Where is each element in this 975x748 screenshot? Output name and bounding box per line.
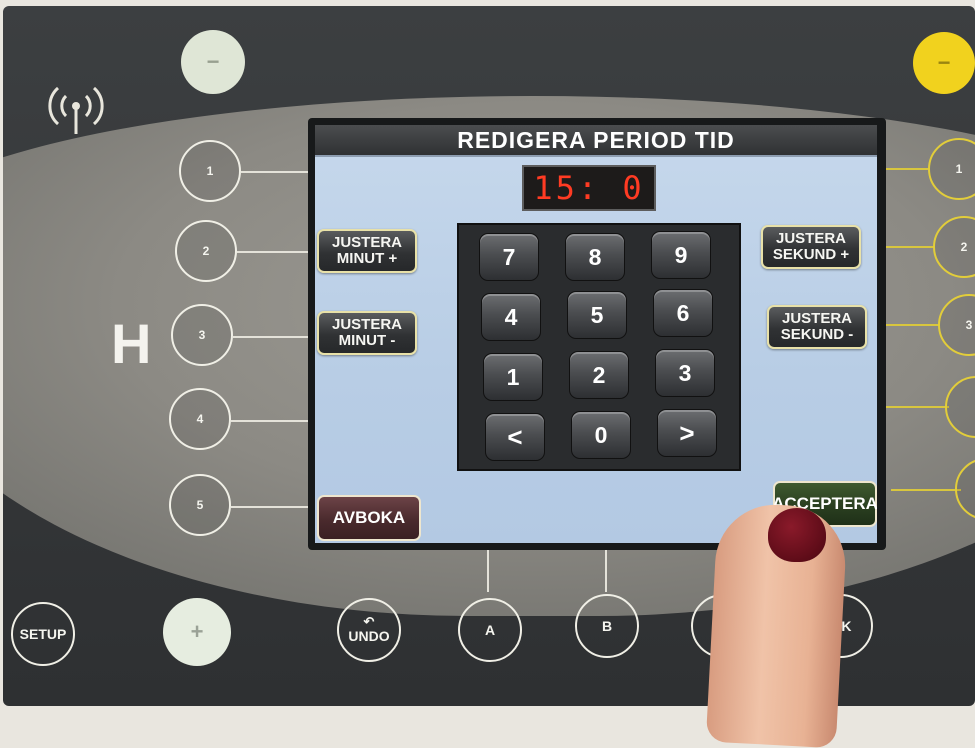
key-label: 5 <box>590 301 604 328</box>
setup-button[interactable]: SETUP <box>11 602 75 666</box>
chevron-right-icon: > <box>679 417 695 448</box>
adjust-second-minus-button[interactable]: JUSTERA SEKUND - <box>767 305 867 349</box>
button-label: SEKUND + <box>772 246 850 263</box>
key-4[interactable]: 4 <box>481 293 541 341</box>
key-5[interactable]: 5 <box>567 291 627 339</box>
side-button-label: 4 <box>196 412 204 426</box>
key-label: 3 <box>678 359 692 386</box>
setup-label: SETUP <box>19 626 67 642</box>
cursor-left-key[interactable]: < <box>485 413 545 461</box>
adjust-minute-minus-button[interactable]: JUSTERA MINUT - <box>317 311 417 355</box>
key-6[interactable]: 6 <box>653 289 713 337</box>
numeric-keypad: 7 8 9 4 5 6 1 2 3 < 0 > <box>457 223 741 471</box>
button-label: MINUT + <box>336 250 398 267</box>
fingernail <box>768 508 826 562</box>
leader-line <box>891 489 961 491</box>
side-button-label: 3 <box>965 318 973 332</box>
leader-line <box>879 168 929 170</box>
chevron-left-icon: < <box>507 421 523 452</box>
key-2[interactable]: 2 <box>569 351 629 399</box>
side-button-5[interactable]: 5 <box>169 474 231 536</box>
leader-line <box>231 506 316 508</box>
minus-right-button[interactable]: − <box>913 32 975 94</box>
button-label: JUSTERA <box>331 234 402 251</box>
key-7[interactable]: 7 <box>479 233 539 281</box>
leader-line <box>605 550 607 592</box>
side-button-4[interactable]: 4 <box>169 388 231 450</box>
adjust-minute-plus-button[interactable]: JUSTERA MINUT + <box>317 229 417 273</box>
leader-line <box>879 324 939 326</box>
button-label: MINUT - <box>338 332 396 349</box>
leader-line <box>879 246 935 248</box>
plus-icon: + <box>190 619 204 644</box>
key-label: 1 <box>506 363 520 390</box>
plus-button[interactable]: + <box>163 598 231 666</box>
key-0[interactable]: 0 <box>571 411 631 459</box>
cancel-button[interactable]: AVBOKA <box>317 495 421 541</box>
side-button-label: 2 <box>960 240 968 254</box>
a-label: A <box>484 622 496 638</box>
adjust-second-plus-button[interactable]: JUSTERA SEKUND + <box>761 225 861 269</box>
leader-line <box>233 336 316 338</box>
b-button[interactable]: B <box>575 594 639 658</box>
button-label: JUSTERA <box>781 310 852 327</box>
side-button-label: 2 <box>202 244 210 258</box>
leader-line <box>237 251 316 253</box>
side-button-2[interactable]: 2 <box>175 220 237 282</box>
leader-line <box>879 406 949 408</box>
side-button-label: 5 <box>196 498 204 512</box>
key-8[interactable]: 8 <box>565 233 625 281</box>
leader-line <box>241 171 316 173</box>
logo-letter: H <box>111 312 152 375</box>
undo-label: UNDO <box>348 628 390 644</box>
key-label: 2 <box>592 361 606 388</box>
side-button-label: 1 <box>206 164 214 178</box>
key-1[interactable]: 1 <box>483 353 543 401</box>
button-label: JUSTERA <box>775 230 846 247</box>
touch-screen: REDIGERA PERIOD TID 15: 0 JUSTERA MINUT … <box>315 125 877 543</box>
key-label: 8 <box>588 243 602 270</box>
key-label: 7 <box>502 243 516 270</box>
key-label: 6 <box>676 299 690 326</box>
cursor-right-key[interactable]: > <box>657 409 717 457</box>
key-9[interactable]: 9 <box>651 231 711 279</box>
leader-line <box>487 550 489 592</box>
button-label: SEKUND - <box>780 326 854 343</box>
wireless-icon <box>48 86 104 134</box>
side-button-1[interactable]: 1 <box>179 140 241 202</box>
key-label: 9 <box>674 241 688 268</box>
key-3[interactable]: 3 <box>655 349 715 397</box>
undo-button[interactable]: ↶ UNDO <box>337 598 401 662</box>
b-label: B <box>601 618 613 634</box>
side-button-label: 3 <box>198 328 206 342</box>
a-button[interactable]: A <box>458 598 522 662</box>
key-label: 0 <box>594 421 608 448</box>
side-button-label: 1 <box>955 162 963 176</box>
side-button-3[interactable]: 3 <box>171 304 233 366</box>
minus-icon: − <box>206 49 220 74</box>
button-label: JUSTERA <box>331 316 402 333</box>
key-label: 4 <box>504 303 518 330</box>
time-display: 15: 0 <box>522 165 656 211</box>
minus-left-button[interactable]: − <box>181 30 245 94</box>
minus-icon: − <box>937 50 951 75</box>
undo-icon: ↶ <box>363 614 375 629</box>
screen-title: REDIGERA PERIOD TID <box>315 125 877 157</box>
leader-line <box>231 420 316 422</box>
